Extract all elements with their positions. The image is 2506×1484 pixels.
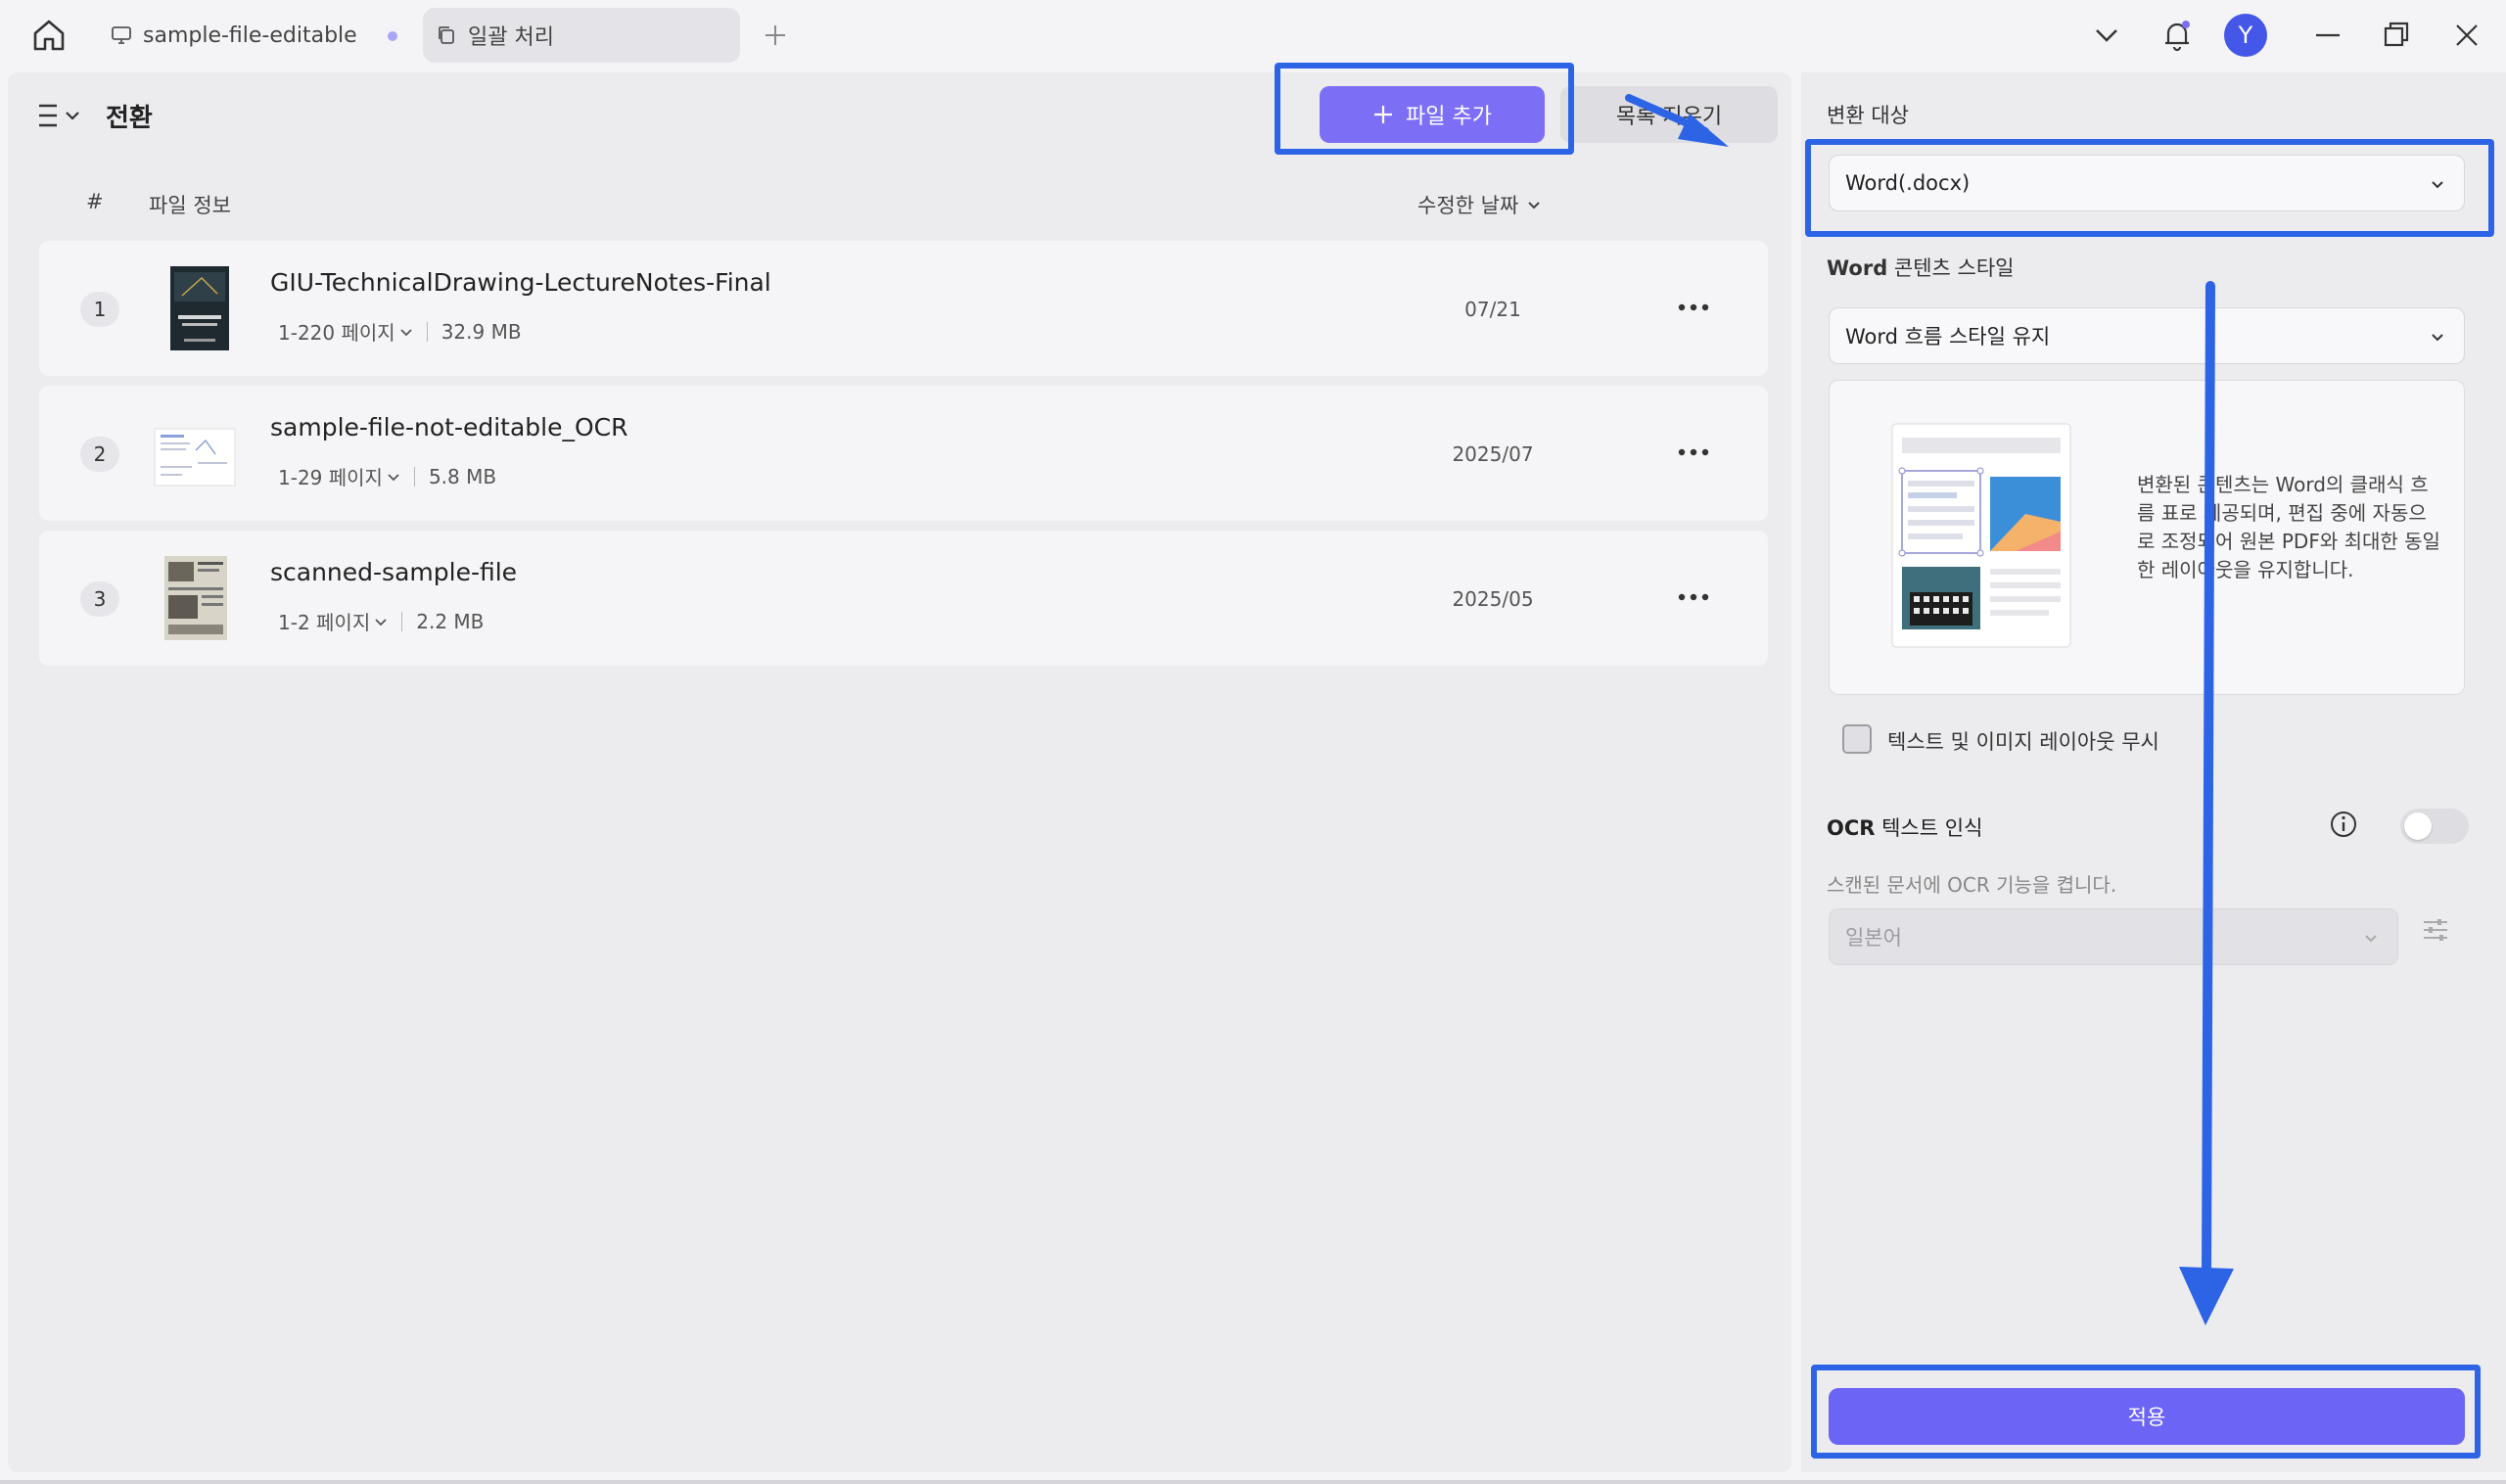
unsaved-dot — [388, 31, 397, 41]
column-header-num: # — [86, 190, 104, 213]
tab-label: sample-file-editable — [143, 23, 357, 48]
page-range-dropdown[interactable]: 1-2 페이지 — [278, 607, 388, 635]
table-row[interactable]: 2 sample-file-not-editable_OCR 1-29 페이지 … — [39, 386, 1768, 521]
target-format-label: 변환 대상 — [1827, 104, 1909, 127]
file-size: 2.2 MB — [416, 609, 485, 633]
avatar[interactable]: Y — [2224, 14, 2267, 57]
tab-sample-file-editable[interactable]: sample-file-editable — [98, 8, 413, 63]
ocr-language-value: 일본어 — [1845, 926, 1902, 950]
ocr-language-select[interactable]: 일본어 — [1829, 908, 2398, 965]
file-date: 2025/05 — [1452, 587, 1534, 611]
chevron-down-icon[interactable] — [2085, 14, 2128, 57]
file-name: sample-file-not-editable_OCR — [270, 413, 628, 441]
divider — [413, 466, 415, 487]
style-description: 변환된 콘텐츠는 Word의 클래식 흐름 표로 제공되며, 편집 중에 자동으… — [2137, 473, 2440, 581]
page-title: 전환 — [106, 104, 153, 133]
page-range-dropdown[interactable]: 1-29 페이지 — [278, 462, 400, 490]
file-thumbnail — [170, 266, 229, 350]
add-file-label: 파일 추가 — [1406, 105, 1492, 129]
toggle-knob — [2404, 812, 2432, 840]
tab-batch[interactable]: 일괄 처리 — [423, 8, 740, 63]
page-range: 1-29 페이지 — [278, 466, 383, 489]
title-bar: sample-file-editable 일괄 처리 Y — [0, 0, 2506, 70]
file-size: 5.8 MB — [428, 464, 497, 488]
page-range: 1-220 페이지 — [278, 321, 395, 345]
target-format-value: Word(.docx) — [1845, 171, 1971, 195]
file-list-panel: 전환 파일 추가 목록 지우기 # 파일 정보 수정한 날짜 1 GIU-Tec… — [8, 72, 1791, 1472]
ocr-title-bold: OCR — [1827, 816, 1876, 840]
content-style-value: Word 흐름 스타일 유지 — [1845, 325, 2051, 348]
content-style-label-bold: Word — [1827, 256, 1888, 280]
copy-icon — [439, 26, 454, 44]
file-thumbnail — [154, 428, 236, 487]
apply-label: 적용 — [2127, 1406, 2166, 1429]
file-date: 07/21 — [1464, 298, 1521, 321]
divider — [401, 611, 403, 631]
content-style-label-rest: 콘텐츠 스타일 — [1887, 256, 2015, 280]
file-meta: 1-29 페이지 5.8 MB — [278, 462, 496, 490]
bell-icon[interactable] — [2156, 14, 2199, 57]
clear-list-button[interactable]: 목록 지우기 — [1560, 86, 1778, 143]
chevron-down-icon — [2432, 181, 2443, 189]
column-header-info: 파일 정보 — [149, 194, 231, 217]
chevron-down-icon — [400, 328, 412, 336]
column-header-date[interactable]: 수정한 날짜 — [1417, 190, 1542, 219]
minimize-icon[interactable] — [2306, 14, 2349, 57]
table-row[interactable]: 1 GIU-TechnicalDrawing-LectureNotes-Fina… — [39, 241, 1768, 376]
more-options-icon[interactable] — [1674, 583, 1713, 611]
ocr-toggle[interactable] — [2400, 809, 2469, 844]
plus-icon — [1374, 106, 1393, 123]
add-tab-icon[interactable] — [760, 20, 791, 51]
home-icon[interactable] — [29, 16, 69, 55]
file-thumbnail — [164, 556, 227, 640]
info-icon[interactable] — [2328, 809, 2359, 840]
row-number: 3 — [80, 581, 119, 617]
monitor-icon — [112, 26, 131, 44]
ignore-layout-checkbox[interactable] — [1842, 724, 1872, 754]
add-file-button[interactable]: 파일 추가 — [1320, 86, 1545, 143]
chevron-down-icon — [2365, 935, 2377, 943]
ocr-description: 스캔된 문서에 OCR 기능을 켭니다. — [1827, 873, 2117, 897]
page-range: 1-2 페이지 — [278, 611, 371, 634]
conversion-settings-panel: 변환 대상 Word(.docx) Word 콘텐츠 스타일 Word 흐름 스… — [1801, 72, 2506, 1472]
tab-label: 일괄 처리 — [468, 25, 554, 50]
menu-icon[interactable] — [35, 98, 90, 133]
table-row[interactable]: 3 scanned-sample-file 1-2 페이지 2.2 MB 202… — [39, 531, 1768, 666]
target-format-select[interactable]: Word(.docx) — [1829, 155, 2465, 211]
file-size: 32.9 MB — [441, 319, 522, 344]
file-meta: 1-2 페이지 2.2 MB — [278, 607, 484, 635]
row-number: 1 — [80, 292, 119, 327]
document-preview-illustration — [1891, 423, 2071, 648]
content-style-select[interactable]: Word 흐름 스타일 유지 — [1829, 307, 2465, 364]
column-header-date-label: 수정한 날짜 — [1417, 194, 1519, 217]
apply-button[interactable]: 적용 — [1829, 1388, 2465, 1445]
file-date: 2025/07 — [1452, 442, 1534, 466]
content-style-label: Word 콘텐츠 스타일 — [1827, 253, 2015, 282]
more-options-icon[interactable] — [1674, 439, 1713, 466]
file-name: GIU-TechnicalDrawing-LectureNotes-Final — [270, 268, 771, 297]
sliders-icon[interactable] — [2418, 912, 2453, 948]
chevron-down-icon — [388, 473, 399, 481]
page-range-dropdown[interactable]: 1-220 페이지 — [278, 317, 413, 346]
close-icon[interactable] — [2445, 14, 2488, 57]
bottom-edge — [0, 1480, 2506, 1484]
more-options-icon[interactable] — [1674, 294, 1713, 321]
style-preview-card: 변환된 콘텐츠는 Word의 클래식 흐름 표로 제공되며, 편집 중에 자동으… — [1829, 380, 2465, 695]
file-meta: 1-220 페이지 32.9 MB — [278, 317, 522, 346]
file-name: scanned-sample-file — [270, 558, 518, 586]
chevron-down-icon — [375, 618, 387, 626]
restore-icon[interactable] — [2375, 14, 2418, 57]
divider — [426, 321, 428, 342]
chevron-down-icon — [2432, 334, 2443, 342]
ignore-layout-label: 텍스트 및 이미지 레이아웃 무시 — [1887, 730, 2159, 754]
clear-list-label: 목록 지우기 — [1615, 105, 1723, 129]
chevron-down-icon — [1528, 202, 1540, 209]
ocr-title: OCR 텍스트 인식 — [1827, 812, 1982, 842]
row-number: 2 — [80, 437, 119, 472]
ocr-title-rest: 텍스트 인식 — [1875, 816, 1983, 840]
